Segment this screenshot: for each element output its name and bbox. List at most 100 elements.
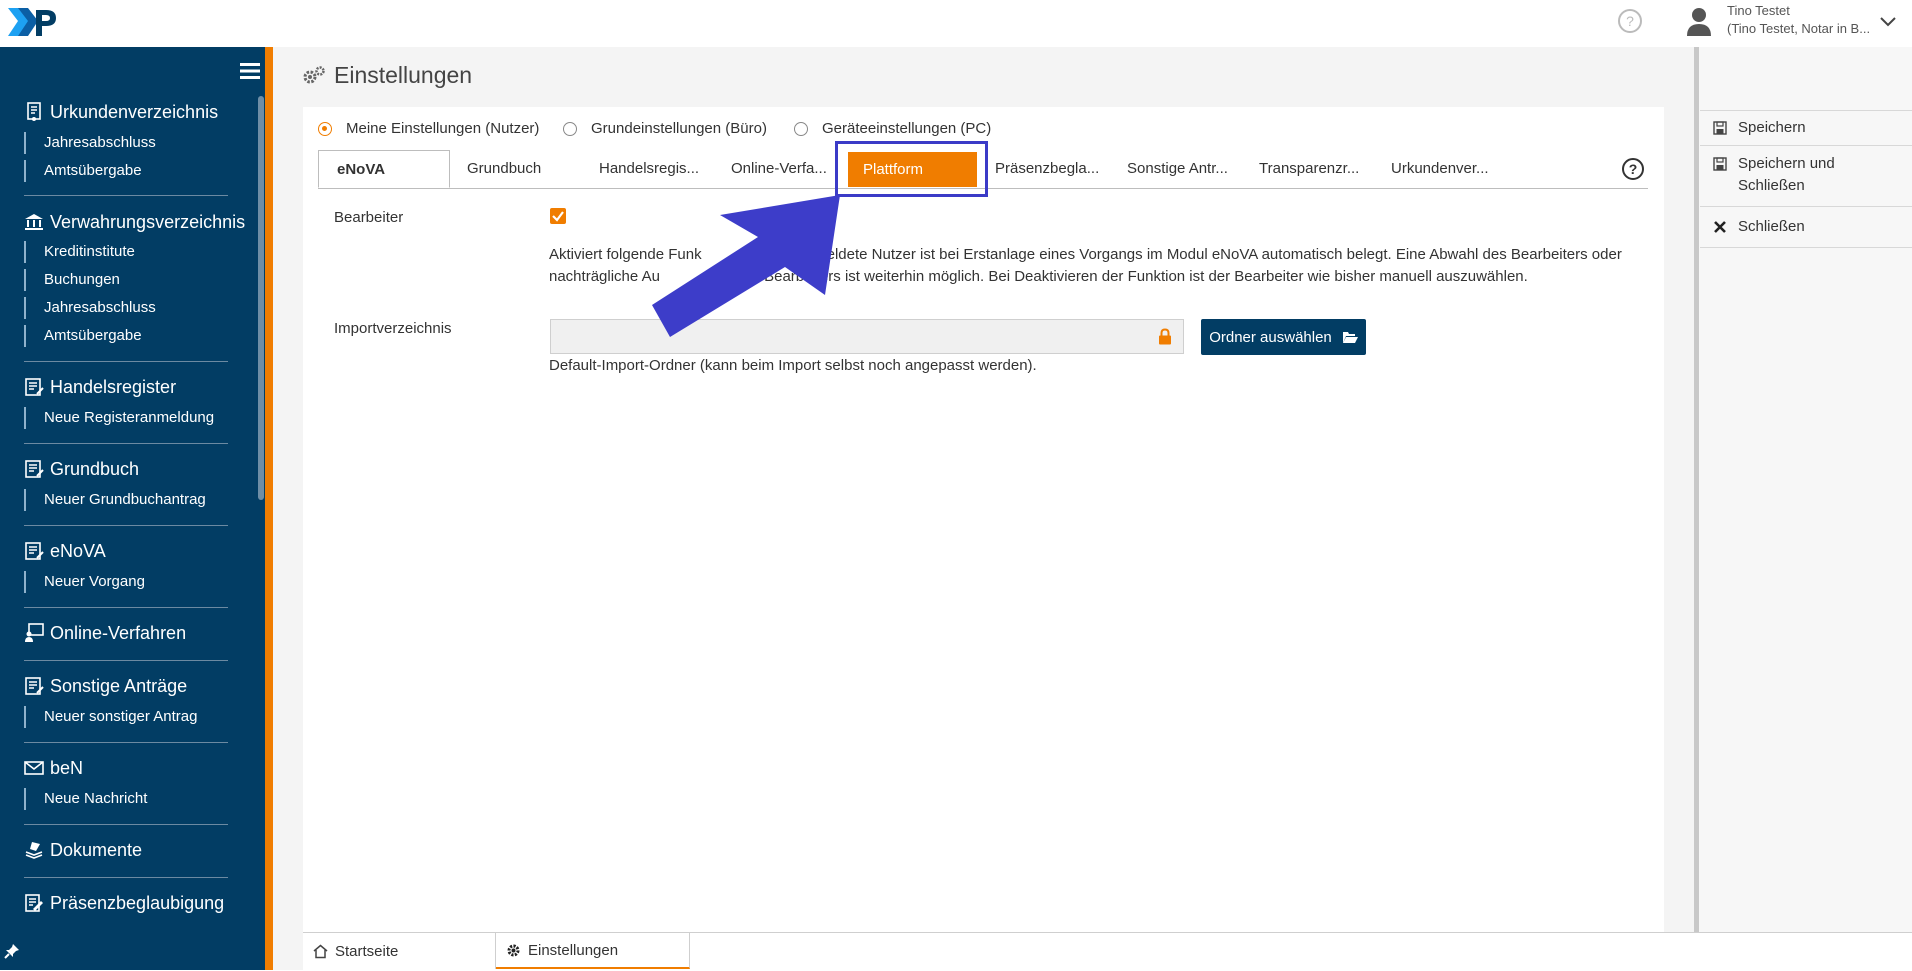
radio-grundeinstellungen[interactable]: Grundeinstellungen (Büro) <box>563 120 767 137</box>
help-icon[interactable]: ? <box>1621 157 1645 181</box>
tab-handelsregister[interactable]: Handelsregis... <box>599 150 699 188</box>
radio-geraeteeinstellungen[interactable]: Geräteeinstellungen (PC) <box>794 120 991 137</box>
sidebar-divider <box>24 443 228 444</box>
sidebar-section-online-verfahren[interactable]: Online-Verfahren <box>24 620 186 646</box>
hamburger-menu-icon[interactable] <box>240 62 260 80</box>
sidebar-scrollbar[interactable] <box>258 96 264 500</box>
bottom-tab-startseite[interactable]: Startseite <box>303 933 496 969</box>
radio-button[interactable] <box>794 121 808 136</box>
presentation-icon <box>25 623 44 642</box>
ordner-auswaehlen-button[interactable]: Ordner auswählen <box>1201 319 1366 355</box>
settings-panel <box>303 107 1664 933</box>
tab-praesenzbeglaubigung[interactable]: Präsenzbegla... <box>995 150 1099 188</box>
sidebar-section-label: beN <box>50 757 84 778</box>
sidebar-item-neue-nachricht[interactable]: Neue Nachricht <box>24 788 147 810</box>
sidebar-item-amtsuebergabe[interactable]: Amtsübergabe <box>24 325 142 347</box>
page-title: Einstellungen <box>334 62 473 88</box>
sidebar-item-amtsuebergabe[interactable]: Amtsübergabe <box>24 160 142 182</box>
sidebar-item-buchungen[interactable]: Buchungen <box>24 269 120 291</box>
sidebar-divider <box>24 361 228 362</box>
bank-icon <box>25 214 43 230</box>
radio-button[interactable] <box>563 121 577 136</box>
sidebar-item-jahresabschluss[interactable]: Jahresabschluss <box>24 297 156 319</box>
sidebar-section-label: Grundbuch <box>50 458 140 479</box>
sidebar-section-enova[interactable]: eNoVA <box>24 538 106 564</box>
user-name[interactable]: Tino Testet <box>1727 3 1790 18</box>
sidebar-section-sonstige-antraege[interactable]: Sonstige Anträge <box>24 673 187 699</box>
save-icon <box>1713 157 1727 171</box>
bottom-tab-einstellungen[interactable]: Einstellungen <box>496 933 690 969</box>
radio-button-checked[interactable] <box>318 121 332 136</box>
sidebar-section-dokumente[interactable]: Dokumente <box>24 837 142 863</box>
sidebar-section-label: Handelsregister <box>50 376 177 397</box>
tab-transparenzregister[interactable]: Transparenzr... <box>1259 150 1359 188</box>
bottom-tab-bar: Startseite Einstellungen <box>303 932 1912 971</box>
sidebar-section-urkundenverzeichnis[interactable]: Urkundenverzeichnis <box>24 99 218 125</box>
sidebar-section-label: Online-Verfahren <box>50 622 187 643</box>
user-detail[interactable]: (Tino Testet, Notar in B... <box>1727 21 1870 36</box>
sidebar-divider <box>24 525 228 526</box>
lock-icon <box>1159 328 1171 345</box>
sidebar-divider <box>24 607 228 608</box>
register-icon <box>25 677 44 695</box>
action-label: Schließen <box>1738 218 1805 235</box>
sidebar-section-verwahrungsverzeichnis[interactable]: Verwahrungsverzeichnis <box>24 209 245 235</box>
close-icon <box>1714 221 1726 233</box>
button-label: Ordner auswählen <box>1209 328 1332 346</box>
edit-document-icon <box>25 894 43 912</box>
tab-urkundenverzeichnis[interactable]: Urkundenver... <box>1391 150 1489 188</box>
tab-enova[interactable]: eNoVA <box>318 150 450 188</box>
radio-label: Meine Einstellungen (Nutzer) <box>346 120 540 137</box>
sidebar-section-label: Sonstige Anträge <box>50 675 188 696</box>
register-icon <box>25 460 44 478</box>
sidebar-divider <box>24 824 228 825</box>
sidebar-section-label: Präsenzbeglaubigung <box>50 892 225 913</box>
page-header: Einstellungen <box>302 62 472 89</box>
sidebar-item-neuer-grundbuchantrag[interactable]: Neuer Grundbuchantrag <box>24 489 206 511</box>
pin-icon[interactable] <box>4 943 20 959</box>
user-avatar-icon[interactable] <box>1686 6 1712 36</box>
gears-icon <box>303 65 325 83</box>
checkmark-icon <box>552 211 564 222</box>
speichern-und-schliessen-button[interactable]: Speichern und Schließen <box>1700 145 1912 207</box>
xp-logo[interactable] <box>6 4 56 40</box>
sidebar-section-ben[interactable]: beN <box>24 755 83 781</box>
sidebar-item-kreditinstitute[interactable]: Kreditinstitute <box>24 241 135 263</box>
importverzeichnis-label: Importverzeichnis <box>334 320 452 337</box>
document-icon <box>27 102 41 121</box>
sidebar-section-label: eNoVA <box>50 540 106 561</box>
sidebar-section-handelsregister[interactable]: Handelsregister <box>24 374 176 400</box>
sidebar-section-grundbuch[interactable]: Grundbuch <box>24 456 139 482</box>
tab-online-verfahren[interactable]: Online-Verfa... <box>731 150 827 188</box>
top-bar: ? Tino Testet (Tino Testet, Notar in B..… <box>0 0 1912 48</box>
action-label: Speichern und <box>1738 155 1835 172</box>
svg-text:?: ? <box>1626 13 1634 29</box>
tab-grundbuch[interactable]: Grundbuch <box>467 150 541 188</box>
tab-sonstige-antraege[interactable]: Sonstige Antr... <box>1127 150 1228 188</box>
sidebar-accent-strip <box>265 47 273 970</box>
sidebar-divider <box>24 195 228 196</box>
sidebar-item-neuer-vorgang[interactable]: Neuer Vorgang <box>24 571 145 593</box>
help-icon[interactable]: ? <box>1617 8 1643 34</box>
sidebar-item-neue-registeranmeldung[interactable]: Neue Registeranmeldung <box>24 407 214 429</box>
sidebar-divider <box>24 742 228 743</box>
svg-text:?: ? <box>1629 161 1638 177</box>
sidebar-item-jahresabschluss[interactable]: Jahresabschluss <box>24 132 156 154</box>
sidebar-section-label: Dokumente <box>50 839 143 860</box>
chevron-down-icon[interactable] <box>1879 12 1897 30</box>
sidebar-section-label: Verwahrungsverzeichnis <box>50 211 246 232</box>
bearbeiter-checkbox[interactable] <box>550 208 566 224</box>
sidebar-divider <box>24 660 228 661</box>
bearbeiter-label: Bearbeiter <box>334 209 404 226</box>
action-label-line2: Schließen <box>1738 177 1805 194</box>
sidebar-section-praesenzbeglaubigung[interactable]: Präsenzbeglaubigung <box>24 890 224 916</box>
radio-label: Grundeinstellungen (Büro) <box>591 120 767 137</box>
documents-stack-icon <box>25 842 43 859</box>
home-icon <box>313 944 328 958</box>
radio-meine-einstellungen[interactable]: Meine Einstellungen (Nutzer) <box>318 120 539 137</box>
tab-highlight-box <box>835 141 988 197</box>
sidebar-divider <box>24 877 228 878</box>
speichern-button[interactable]: Speichern <box>1700 110 1912 146</box>
schliessen-button[interactable]: Schließen <box>1700 207 1912 248</box>
sidebar-item-neuer-sonstiger-antrag[interactable]: Neuer sonstiger Antrag <box>24 706 197 728</box>
